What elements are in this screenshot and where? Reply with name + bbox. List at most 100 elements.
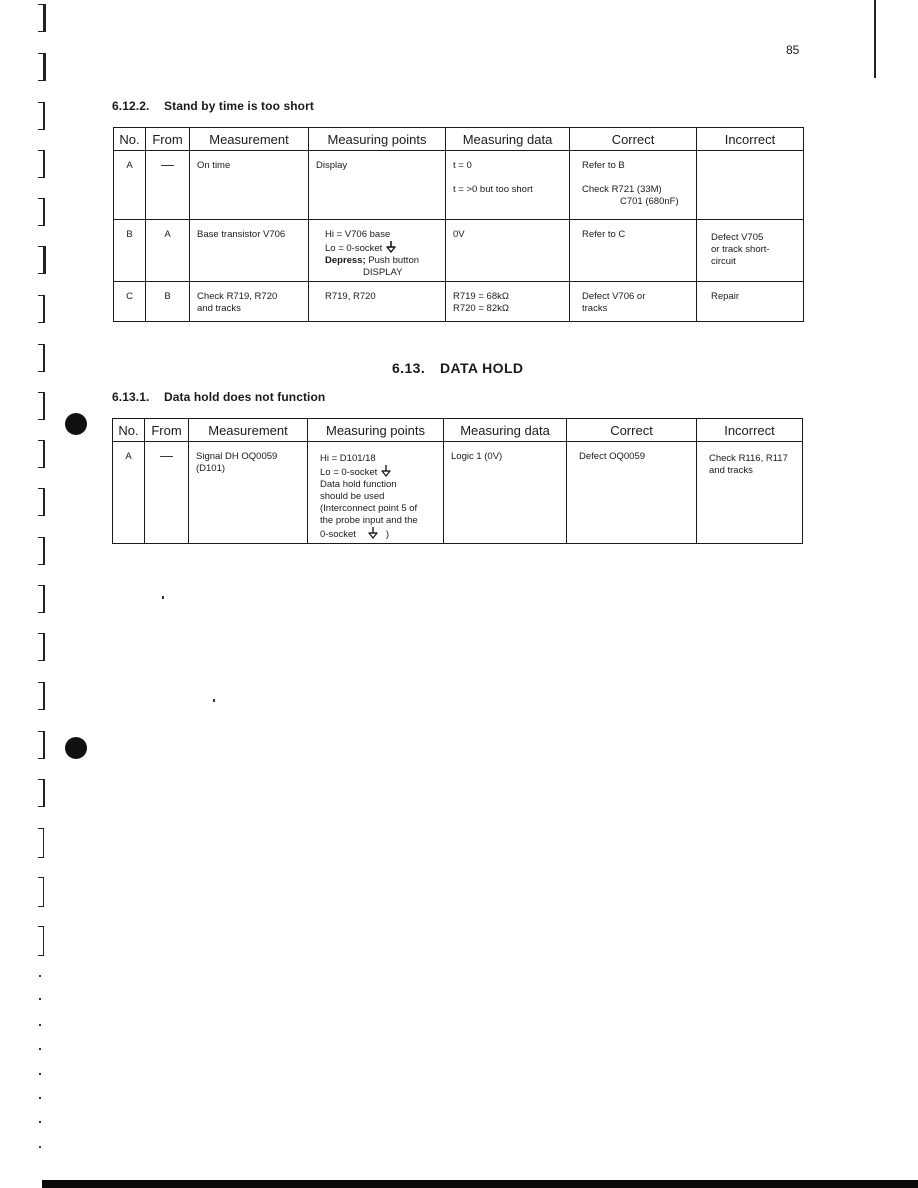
scan-speck xyxy=(213,699,215,702)
text-line: Defect V706 or xyxy=(582,291,646,302)
column-header-incorrect: Incorrect xyxy=(696,127,804,151)
cell-measuring-points: Hi = V706 base Lo = 0-socket Depress; Pu… xyxy=(308,219,446,282)
section-title: DATA HOLD xyxy=(440,360,524,376)
cell-incorrect xyxy=(696,150,804,220)
table-row: A — Signal DH OQ0059 (D101) Hi = D101/18… xyxy=(112,441,803,544)
binder-margin-mark xyxy=(38,488,45,516)
text-line: or track short- xyxy=(711,244,770,255)
data-hold-table: No. From Measurement Measuring points Me… xyxy=(112,418,803,544)
column-header-measuring-data: Measuring data xyxy=(445,127,570,151)
table-row: A — On time Display t = 0 t = >0 but too… xyxy=(113,150,804,220)
column-header-measuring-points: Measuring points xyxy=(308,127,446,151)
cell-no: B xyxy=(113,219,146,282)
binder-margin-mark xyxy=(38,633,45,661)
text-line: R719 = 68kΩ xyxy=(453,291,509,302)
cell-measurement: Check R719, R720 and tracks xyxy=(189,281,309,322)
binder-margin-dot xyxy=(39,998,41,1000)
text-line: C701 (680nF) xyxy=(620,196,679,207)
cell-from: — xyxy=(145,150,190,220)
binder-margin-mark xyxy=(38,682,45,710)
cell-from: B xyxy=(145,281,190,322)
binder-margin-mark xyxy=(38,731,45,759)
cell-measuring-points: Hi = D101/18 Lo = 0-socket Data hold fun… xyxy=(307,441,444,544)
text-span-bold: Depress; xyxy=(325,255,366,266)
text-line: (Interconnect point 5 of xyxy=(320,503,418,514)
text-line: t = >0 but too short xyxy=(453,184,533,195)
binder-margin-dot xyxy=(39,1024,41,1026)
text-line: R720 = 82kΩ xyxy=(453,303,509,314)
text-line: DISPLAY xyxy=(363,267,403,278)
binder-margin-dot xyxy=(39,1097,41,1099)
text-line: Check R719, R720 xyxy=(197,291,278,302)
text-line: and tracks xyxy=(709,465,753,476)
binder-margin-dot xyxy=(39,1121,41,1123)
text-line: circuit xyxy=(711,256,736,267)
binder-margin-mark xyxy=(38,440,45,468)
text-span: ) xyxy=(385,529,390,540)
column-header-measuring-points: Measuring points xyxy=(307,418,444,442)
section-number: 6.13. xyxy=(392,360,426,376)
cell-measuring-points: Display xyxy=(308,150,446,220)
cell-measurement: Base transistor V706 xyxy=(189,219,309,282)
text-line: Defect V705 xyxy=(711,232,764,243)
subsection-number: 6.13.1. xyxy=(112,390,150,404)
table-header-row: No. From Measurement Measuring points Me… xyxy=(113,127,804,151)
subsection-title: Stand by time is too short xyxy=(164,99,314,113)
subsection-heading-6-13-1: 6.13.1. Data hold does not function xyxy=(112,390,325,404)
text-line: Lo = 0-socket xyxy=(320,465,436,479)
binder-margin-dot xyxy=(39,975,41,977)
page-edge-line xyxy=(874,0,876,78)
cell-no: A xyxy=(113,150,146,220)
punch-hole xyxy=(65,737,87,759)
cell-correct: Defect OQ0059 xyxy=(566,441,697,544)
cell-incorrect: Defect V705 or track short- circuit xyxy=(696,219,804,282)
subsection-title: Data hold does not function xyxy=(164,390,326,404)
binder-margin-mark xyxy=(38,246,46,274)
binder-margin-mark xyxy=(38,102,45,130)
column-header-measuring-data: Measuring data xyxy=(443,418,567,442)
binder-margin-mark xyxy=(38,537,45,565)
section-heading-6-13: 6.13. DATA HOLD xyxy=(392,360,523,376)
text-line: Display xyxy=(316,160,348,171)
text-line: 0-socket) xyxy=(320,527,436,541)
text-line: (D101) xyxy=(196,463,226,474)
text-line: t = 0 xyxy=(453,160,472,171)
text-line: and tracks xyxy=(197,303,241,314)
cell-measuring-data: t = 0 t = >0 but too short xyxy=(445,150,570,220)
binder-margin-mark xyxy=(38,828,44,858)
table-row: B A Base transistor V706 Hi = V706 base … xyxy=(113,219,804,282)
text-line: Data hold function xyxy=(320,479,397,490)
binder-margin-mark xyxy=(38,198,45,226)
ground-symbol-icon xyxy=(381,465,391,477)
text-span: Lo = 0-socket xyxy=(320,467,378,478)
cell-no: C xyxy=(113,281,146,322)
cell-measurement: On time xyxy=(189,150,309,220)
column-header-no: No. xyxy=(112,418,145,442)
cell-from: — xyxy=(144,441,189,544)
binder-margin-mark xyxy=(38,150,45,178)
cell-incorrect: Check R116, R117 and tracks xyxy=(696,441,803,544)
subsection-heading-6-12-2: 6.12.2. Stand by time is too short xyxy=(112,99,314,113)
text-line: Check R721 (33M) xyxy=(582,184,662,195)
binder-margin-mark xyxy=(38,779,45,807)
binder-margin-mark xyxy=(38,295,45,323)
column-header-no: No. xyxy=(113,127,146,151)
cell-incorrect: Repair xyxy=(696,281,804,322)
page-bottom-bar xyxy=(42,1180,918,1188)
binder-margin-mark xyxy=(38,344,45,372)
binder-margin-mark xyxy=(38,926,44,956)
text-line: Lo = 0-socket xyxy=(325,241,438,255)
text-line: Check R116, R117 xyxy=(709,453,788,464)
binder-margin-dot xyxy=(39,1146,41,1148)
binder-margin-mark xyxy=(38,53,46,81)
cell-measurement: Signal DH OQ0059 (D101) xyxy=(188,441,308,544)
cell-correct: Defect V706 or tracks xyxy=(569,281,697,322)
table-row: C B Check R719, R720 and tracks R719, R7… xyxy=(113,281,804,322)
cell-no: A xyxy=(112,441,145,544)
binder-margin-mark xyxy=(38,392,45,420)
ground-symbol-icon xyxy=(386,241,396,253)
scan-speck xyxy=(162,596,164,599)
binder-margin-mark xyxy=(38,4,46,32)
column-header-measurement: Measurement xyxy=(189,127,309,151)
text-line: tracks xyxy=(582,303,608,314)
